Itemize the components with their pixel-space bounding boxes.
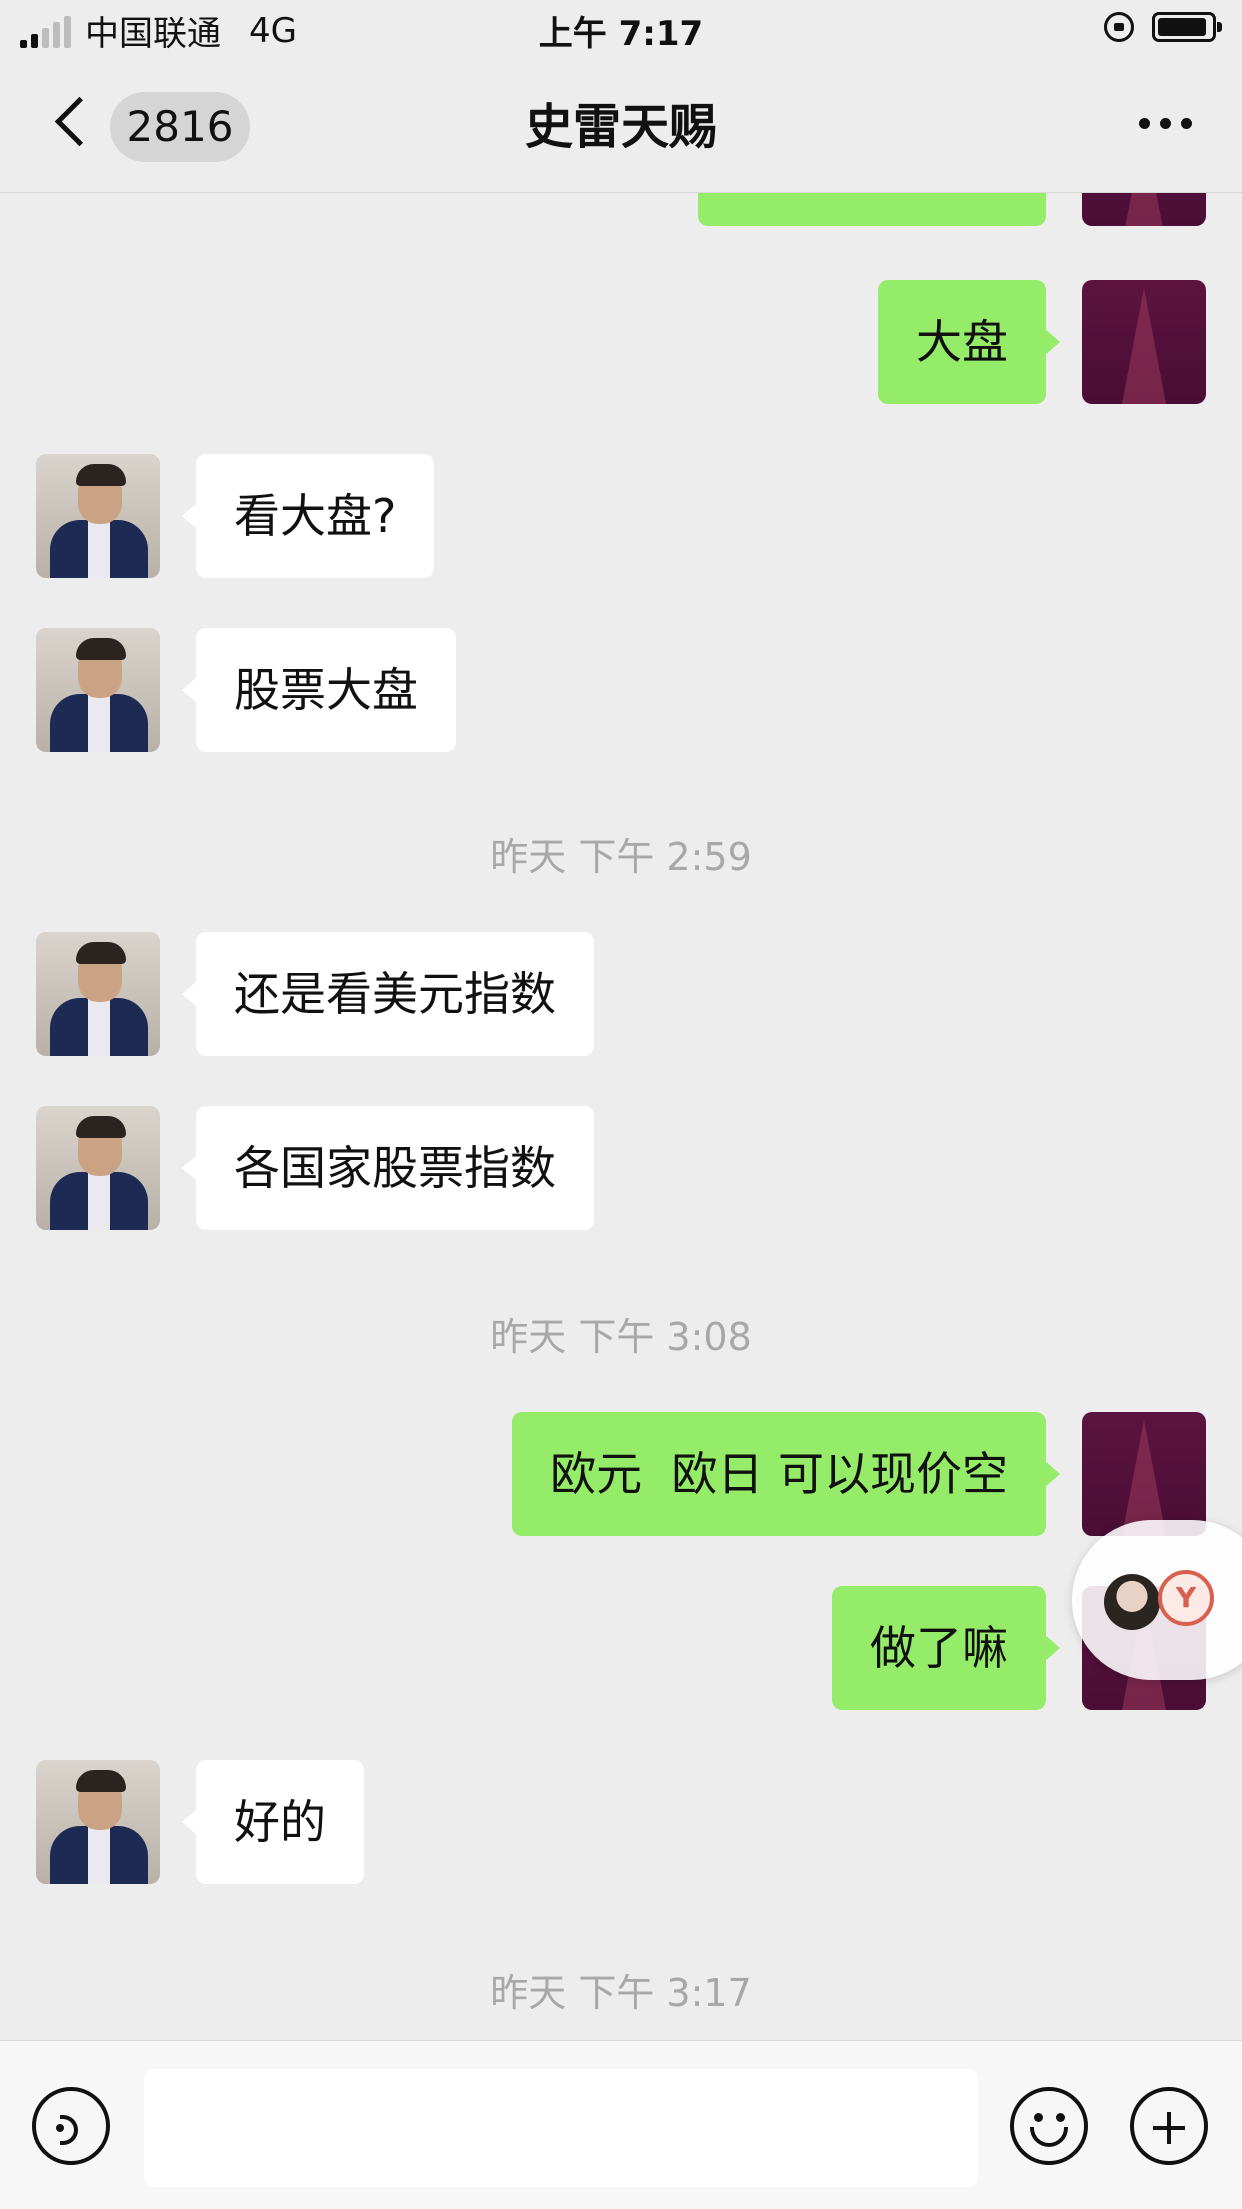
timestamp-divider: 昨天 下午 2:59 (490, 835, 752, 879)
status-time: 上午 7:17 (538, 14, 704, 54)
message-bubble-other[interactable]: 看大盘? (181, 454, 435, 578)
plus-icon[interactable] (1130, 2087, 1208, 2165)
message-input[interactable] (144, 2069, 978, 2187)
message-bubble-other[interactable]: 股票大盘 (182, 628, 456, 752)
contact-avatar[interactable] (36, 1760, 160, 1884)
nav-bar: 2816 史雷天赐 (0, 62, 1242, 193)
emoji-icon[interactable] (1010, 2087, 1088, 2165)
more-dots-icon[interactable] (1139, 118, 1192, 129)
message-bubble-other[interactable]: 好的 (182, 1760, 364, 1884)
timestamp-divider: 昨天 下午 3:17 (490, 1971, 752, 2015)
contact-avatar[interactable] (36, 1106, 160, 1230)
timestamp-divider: 昨天 下午 3:08 (490, 1315, 752, 1359)
contact-avatar[interactable] (36, 454, 160, 578)
chat-area[interactable]: 大盘 看大盘? 股票大盘 昨天 下午 2:59 还是看美元指数 各国家股票指数 … (0, 0, 1242, 2040)
contact-avatar[interactable] (36, 932, 160, 1056)
my-avatar[interactable] (1082, 280, 1206, 404)
message-bubble-mine[interactable]: 做了嘛 (832, 1586, 1060, 1710)
floating-avatar (1104, 1574, 1160, 1630)
message-bubble-mine[interactable]: 大盘 (878, 280, 1060, 404)
floating-window-widget[interactable]: Y (1072, 1520, 1242, 1680)
voice-icon[interactable] (32, 2087, 110, 2165)
app-logo-icon: Y (1158, 1570, 1214, 1626)
chat-title: 史雷天赐 (524, 99, 717, 155)
message-bubble-other[interactable]: 各国家股票指数 (182, 1106, 594, 1230)
contact-avatar[interactable] (36, 628, 160, 752)
my-avatar[interactable] (1082, 1412, 1206, 1536)
battery-icon (1152, 12, 1222, 42)
status-bar: 中国联通 4G 上午 7:17 (0, 0, 1242, 62)
orientation-lock-icon (1104, 12, 1134, 42)
message-bubble-mine[interactable]: 欧元 欧日 可以现价空 (512, 1412, 1060, 1536)
message-bubble-other[interactable]: 还是看美元指数 (182, 932, 594, 1056)
input-bar (0, 2040, 1242, 2209)
